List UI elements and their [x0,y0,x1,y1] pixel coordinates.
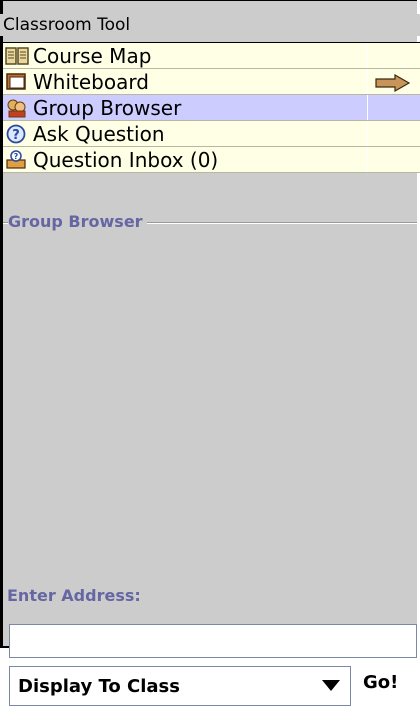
display-target-select[interactable]: Display To Class [9,666,351,706]
question-icon: ? [5,124,29,144]
address-label: Enter Address: [7,586,141,605]
group-browser-panel: Group Browser Enter Address: Display To … [3,206,417,706]
window-title: Classroom Tool [0,14,420,36]
address-input[interactable] [9,624,417,658]
menu-item-label: Course Map [33,43,152,68]
pointer-arrow-icon [375,73,411,97]
menu-item-ask-question[interactable]: ? Ask Question [3,121,420,147]
menu-item-label: Group Browser [33,95,182,120]
menu-item-label: Question Inbox (0) [33,147,219,172]
whiteboard-icon [5,72,29,92]
menu-item-label: Whiteboard [33,69,149,94]
svg-text:?: ? [12,128,20,143]
title-bar: Classroom Tool [0,0,420,42]
menu-item-question-inbox[interactable]: ? Question Inbox (0) [3,147,420,173]
svg-text:?: ? [14,152,19,161]
tool-menu: Course Map Whiteboard Group Browser ? As… [3,42,420,173]
menu-item-group-browser[interactable]: Group Browser [3,95,420,121]
chevron-down-icon [322,680,340,691]
go-button[interactable]: Go! [363,672,398,693]
menu-item-course-map[interactable]: Course Map [3,43,420,69]
display-target-value: Display To Class [18,675,180,697]
inbox-icon: ? [5,149,29,170]
group-icon [5,98,29,118]
menu-item-whiteboard[interactable]: Whiteboard [3,69,420,95]
menu-item-label: Ask Question [33,121,165,146]
book-icon [5,46,29,66]
group-browser-legend: Group Browser [8,212,147,231]
